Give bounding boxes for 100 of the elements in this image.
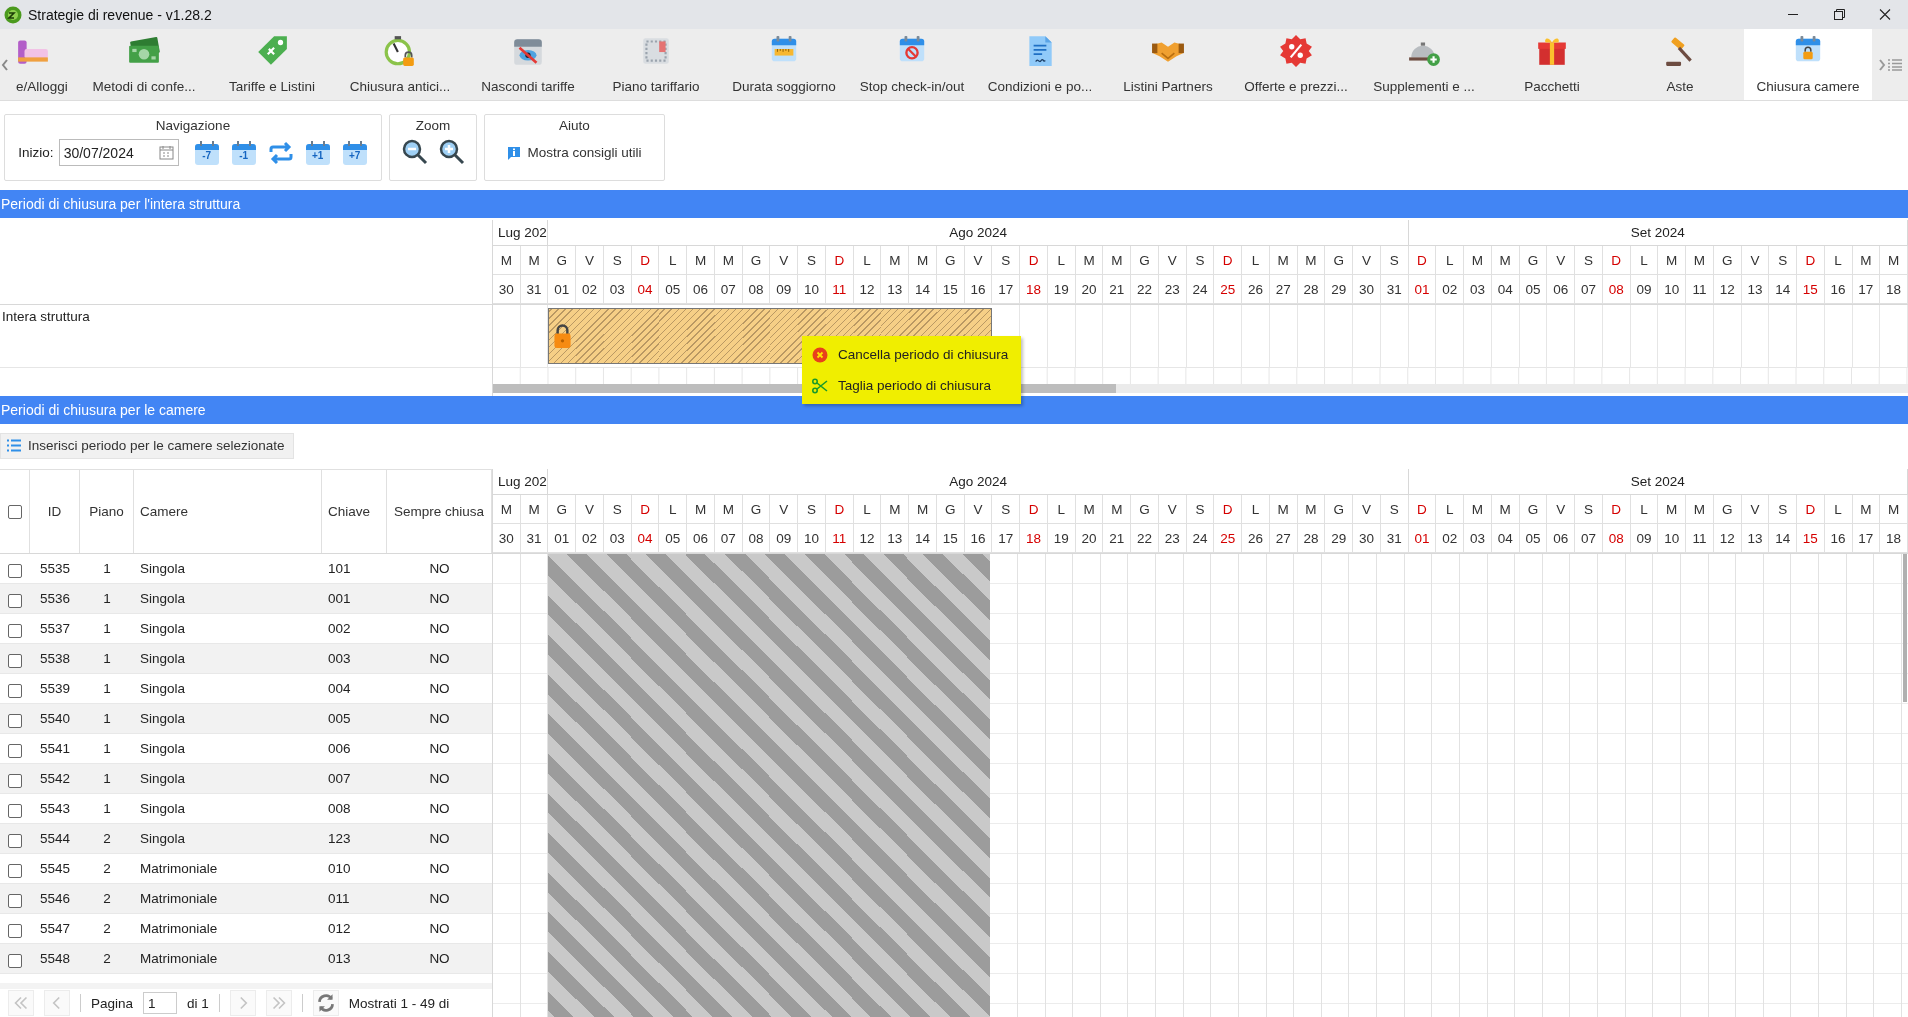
weekday-label: M bbox=[1852, 246, 1881, 275]
group-title: Zoom bbox=[415, 118, 451, 133]
weekday-label: M bbox=[1075, 246, 1104, 275]
day-number: 08 bbox=[742, 275, 771, 304]
weekday-label: S bbox=[1380, 246, 1409, 275]
weekday-label: V bbox=[1741, 495, 1770, 524]
day-number: 30 bbox=[493, 275, 521, 304]
day-number: 09 bbox=[770, 524, 799, 553]
weekday-label: V bbox=[576, 495, 604, 524]
day-number: 01 bbox=[548, 524, 577, 553]
table-cell-text: 5540 bbox=[38, 710, 71, 728]
weekday-label: L bbox=[1436, 246, 1465, 275]
day-number: 15 bbox=[936, 524, 965, 553]
table-cell-text: Singola bbox=[139, 560, 187, 578]
day-number: 12 bbox=[1713, 275, 1742, 304]
day-number: 25 bbox=[1214, 524, 1243, 553]
day-number: 29 bbox=[1325, 524, 1354, 553]
weekday-label: M bbox=[493, 246, 521, 275]
weekday-label: D bbox=[1602, 495, 1631, 524]
day-number: 01 bbox=[548, 275, 577, 304]
table-cell-text: 5536 bbox=[38, 590, 71, 608]
day-number: 06 bbox=[687, 524, 715, 553]
weekday-label: V bbox=[1353, 246, 1381, 275]
table-cell-text: 5542 bbox=[38, 770, 71, 788]
table-cell-text: NO bbox=[428, 920, 451, 938]
day-number: 25 bbox=[1214, 275, 1243, 304]
table-cell-text: Singola bbox=[139, 620, 187, 638]
day-number: 16 bbox=[1824, 524, 1853, 553]
table-cell-text: Singola bbox=[139, 740, 187, 758]
weekday-label: D bbox=[1602, 246, 1631, 275]
day-number: 26 bbox=[1242, 275, 1270, 304]
day-number: 16 bbox=[1824, 275, 1853, 304]
day-number: 02 bbox=[1436, 524, 1465, 553]
weekday-label: L bbox=[1630, 246, 1659, 275]
weekday-label: S bbox=[798, 495, 826, 524]
weekday-label: D bbox=[1214, 246, 1243, 275]
weekday-label: D bbox=[1214, 495, 1243, 524]
day-number: 17 bbox=[992, 275, 1021, 304]
table-cell-text: 1 bbox=[102, 770, 112, 788]
weekday-label: G bbox=[742, 495, 771, 524]
day-number: 13 bbox=[1741, 275, 1770, 304]
weekday-label: M bbox=[1103, 246, 1132, 275]
table-cell-text: NO bbox=[428, 590, 451, 608]
page-label: Pagina bbox=[91, 995, 134, 1011]
table-cell-text: 007 bbox=[327, 770, 352, 788]
weekday-label: L bbox=[659, 246, 688, 275]
weekday-label: V bbox=[576, 246, 604, 275]
table-cell-text: 1 bbox=[102, 710, 112, 728]
table-cell-text: 002 bbox=[327, 620, 352, 638]
table-cell-text: 123 bbox=[327, 830, 352, 848]
day-number: 08 bbox=[742, 524, 771, 553]
day-number: 23 bbox=[1158, 275, 1187, 304]
table-cell-text: 1 bbox=[102, 650, 112, 668]
day-number: 17 bbox=[1852, 275, 1881, 304]
table-cell-text: 2 bbox=[102, 920, 112, 938]
table-cell-text: Matrimoniale bbox=[139, 860, 219, 878]
day-number: 21 bbox=[1103, 524, 1132, 553]
day-number: 31 bbox=[520, 275, 549, 304]
table-cell-text: 1 bbox=[102, 800, 112, 818]
day-number: 06 bbox=[687, 275, 715, 304]
month-label: Set 2024 bbox=[1408, 469, 1908, 495]
day-number: 27 bbox=[1269, 524, 1298, 553]
day-number: 07 bbox=[714, 524, 743, 553]
table-cell-text: NO bbox=[428, 860, 451, 878]
table-cell-text: Singola bbox=[139, 680, 187, 698]
day-number: 29 bbox=[1325, 275, 1354, 304]
weekday-label: M bbox=[881, 246, 910, 275]
day-number: 18 bbox=[1880, 524, 1908, 553]
day-number: 20 bbox=[1075, 275, 1104, 304]
table-cell-text: Singola bbox=[139, 590, 187, 608]
day-number: 10 bbox=[1658, 524, 1687, 553]
day-number: 06 bbox=[1547, 275, 1576, 304]
weekday-label: M bbox=[1880, 495, 1908, 524]
weekday-label: G bbox=[1325, 495, 1354, 524]
weekday-label: L bbox=[853, 495, 882, 524]
table-cell-text: 2 bbox=[102, 860, 112, 878]
weekday-label: S bbox=[1186, 495, 1215, 524]
day-number: 08 bbox=[1602, 524, 1631, 553]
table-cell-text: NO bbox=[428, 740, 451, 758]
table-cell-text: 5538 bbox=[38, 650, 71, 668]
weekday-label: V bbox=[1741, 246, 1770, 275]
day-number: 06 bbox=[1547, 524, 1576, 553]
day-number: 13 bbox=[1741, 524, 1770, 553]
day-number: 01 bbox=[1408, 524, 1437, 553]
weekday-label: D bbox=[825, 246, 854, 275]
weekday-label: L bbox=[1047, 495, 1076, 524]
day-number: 16 bbox=[964, 275, 993, 304]
table-cell-text: 004 bbox=[327, 680, 352, 698]
weekday-label: V bbox=[1547, 495, 1576, 524]
weekday-label: G bbox=[1519, 495, 1548, 524]
weekday-label: M bbox=[1269, 246, 1298, 275]
weekday-label: M bbox=[1880, 246, 1908, 275]
table-cell-text: 101 bbox=[327, 560, 352, 578]
weekday-label: M bbox=[1297, 495, 1326, 524]
table-cell-text: 5546 bbox=[38, 890, 71, 908]
table-cell-text: 005 bbox=[327, 710, 352, 728]
day-number: 09 bbox=[1630, 524, 1659, 553]
weekday-label: L bbox=[1436, 495, 1465, 524]
day-number: 07 bbox=[1575, 275, 1603, 304]
day-number: 12 bbox=[853, 524, 882, 553]
